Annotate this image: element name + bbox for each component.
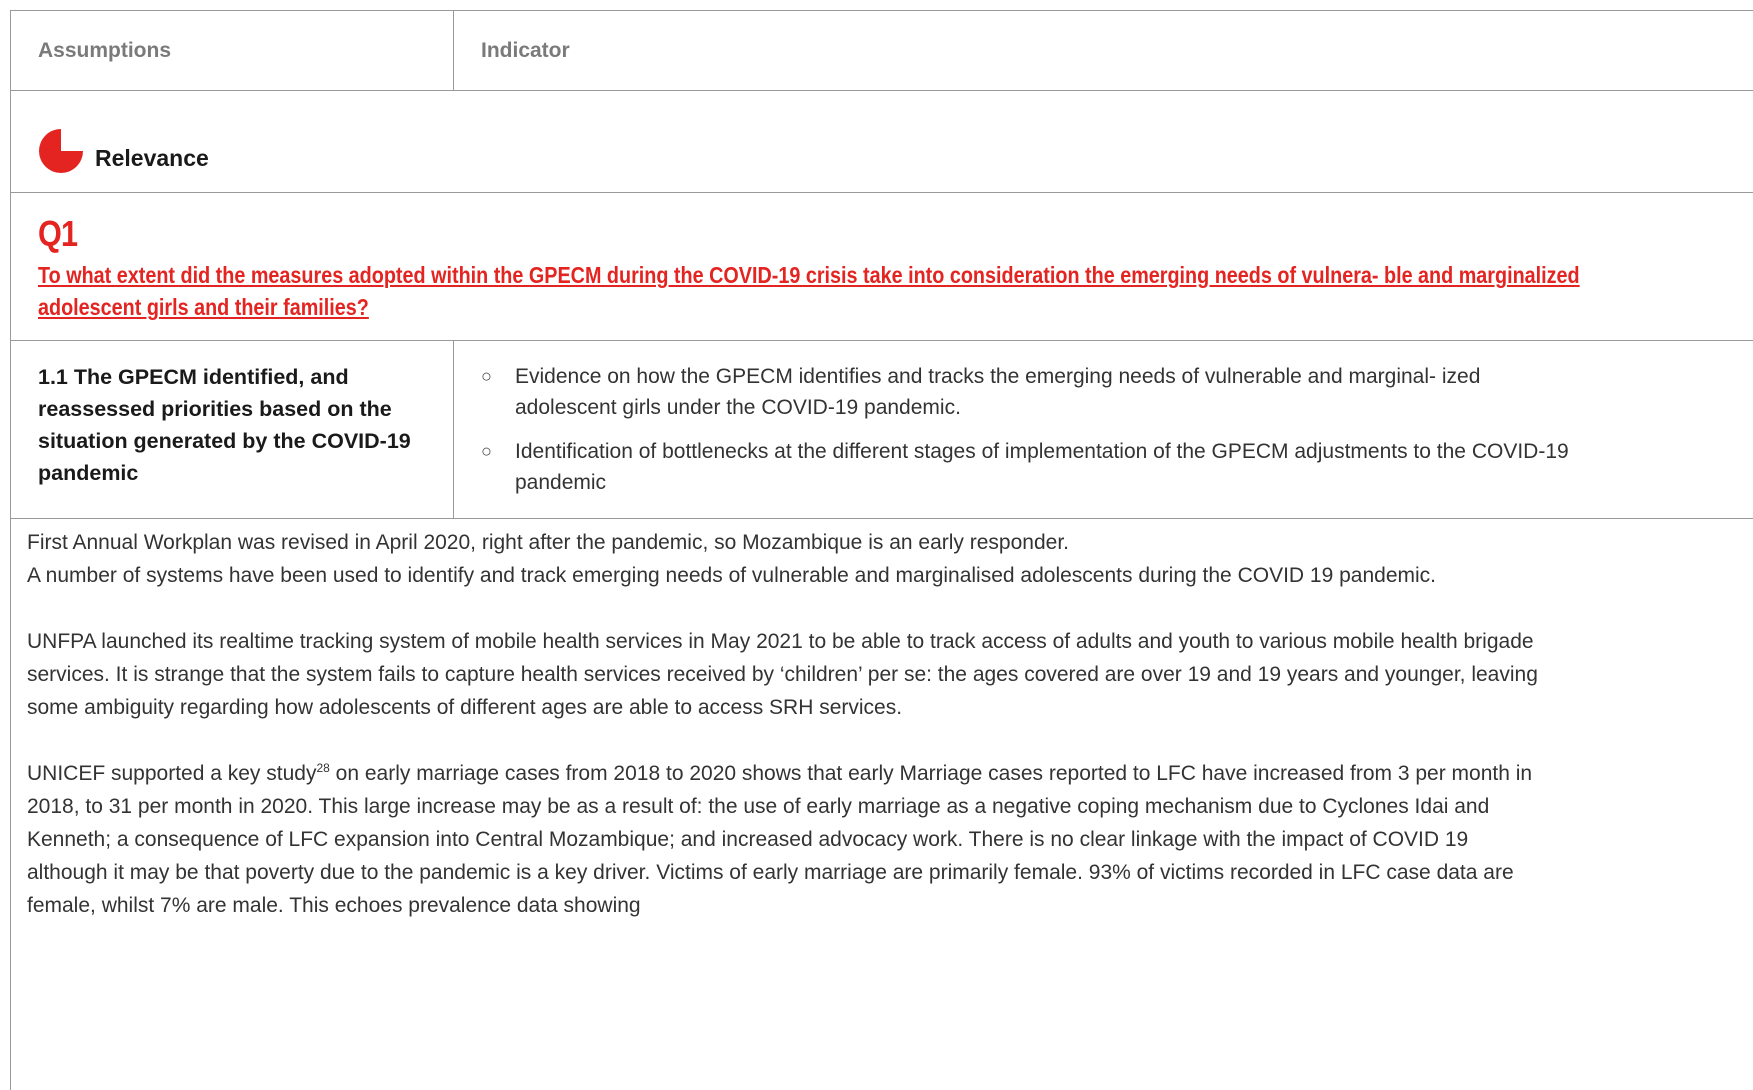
question-text: To what extent did the measures adopted … [38,262,1580,320]
findings-text: UNICEF supported a key study [27,762,317,785]
findings-line: First Annual Workplan was revised in Apr… [27,531,1069,554]
findings-text: on early marriage cases from 2018 to 202… [27,762,1533,917]
assumption-indicator-row: 1.1 The GPECM identified, and reassessed… [11,341,1753,519]
findings-paragraph: UNICEF supported a key study28 on early … [27,757,1547,922]
circle-bullet-icon: ○ [481,366,492,386]
column-divider [453,11,454,91]
assumption-text: 1.1 The GPECM identified, and reassessed… [38,365,411,485]
pie-chart-quarter-icon [39,129,83,173]
question-number: Q1 [38,213,78,254]
findings-line: A number of systems have been used to id… [27,564,1436,587]
section-title: Relevance [95,145,209,171]
circle-bullet-icon: ○ [481,441,492,461]
section-row-relevance: Relevance [11,91,1753,193]
indicator-list: ○ Evidence on how the GPECM identifies a… [481,361,1581,511]
header-indicator: Indicator [481,39,570,62]
footnote-marker[interactable]: 28 [316,761,329,775]
findings-paragraph: First Annual Workplan was revised in Apr… [27,526,1547,592]
findings-paragraph: UNFPA launched its realtime tracking sys… [27,630,1538,719]
indicator-text: Identification of bottlenecks at the dif… [515,440,1569,494]
indicator-text: Evidence on how the GPECM identifies and… [515,365,1481,419]
findings-body: First Annual Workplan was revised in Apr… [27,526,1547,955]
header-assumptions: Assumptions [38,39,172,62]
question-row: Q1 To what extent did the measures adopt… [11,193,1753,341]
indicator-item: ○ Evidence on how the GPECM identifies a… [481,361,1581,423]
indicator-item: ○ Identification of bottlenecks at the d… [481,436,1581,498]
table-header-row: Assumptions Indicator [11,11,1753,91]
column-divider [453,341,454,519]
